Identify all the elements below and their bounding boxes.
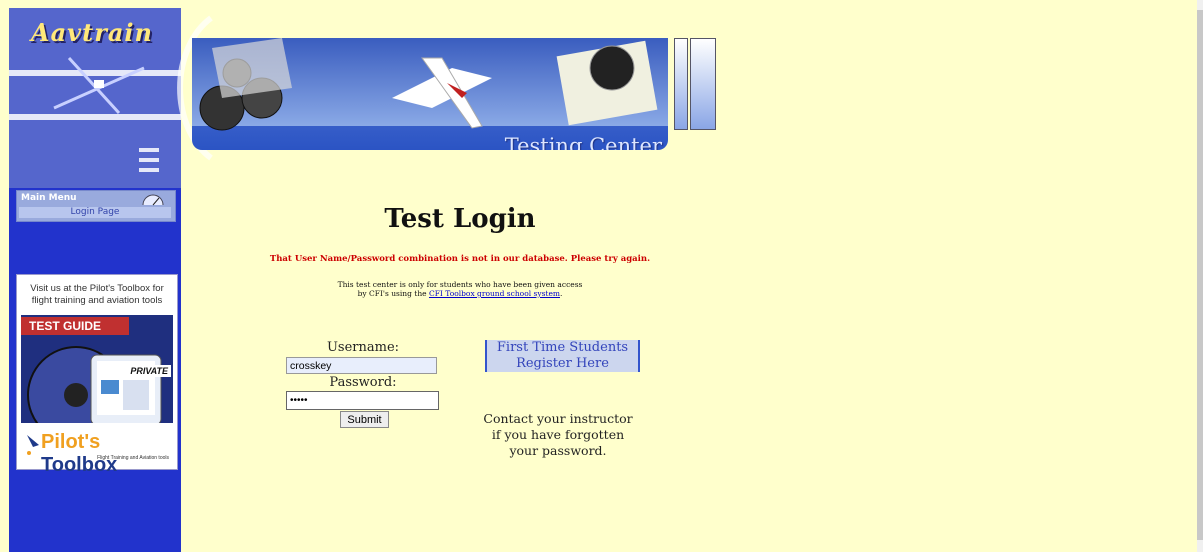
site-logo[interactable]: Aavtrain	[31, 18, 153, 47]
header-banner: Testing Center	[176, 8, 720, 161]
sidebar: Aavtrain Main Menu Login Page Visit us a…	[9, 8, 181, 552]
decorative-bar	[690, 38, 716, 130]
main-menu: Main Menu Login Page	[16, 190, 176, 222]
submit-button[interactable]: Submit	[340, 411, 389, 428]
info-line: This test center is only for students wh…	[337, 280, 583, 289]
username-label: Username:	[326, 340, 400, 355]
decorative-stripe	[139, 148, 159, 152]
toolbox-name: Pilot's Toolbox	[41, 431, 173, 477]
gauge-icon	[142, 194, 164, 206]
banner-title: Testing Center	[504, 134, 662, 150]
decorative-bar	[674, 38, 688, 130]
page: Aavtrain Main Menu Login Page Visit us a…	[0, 0, 1203, 552]
info-text: This test center is only for students wh…	[300, 280, 620, 298]
vertical-scrollbar[interactable]	[1197, 0, 1203, 552]
register-line: Register Here	[516, 356, 609, 371]
airport-diagram-icon	[53, 56, 145, 115]
test-guide-image: TEST GUIDE PRIVATE	[21, 315, 173, 423]
main-menu-title: Main Menu	[21, 193, 77, 203]
username-input[interactable]	[286, 357, 437, 374]
password-input[interactable]	[286, 391, 439, 410]
contact-line: Contact your instructor	[483, 411, 633, 426]
private-label: PRIVATE	[127, 365, 171, 377]
register-link[interactable]: First Time Students Register Here	[485, 340, 640, 372]
contact-line: your password.	[509, 443, 607, 458]
promo-text: Visit us at the Pilot's Toolbox for flig…	[30, 283, 164, 306]
error-message: That User Name/Password combination is n…	[269, 254, 651, 264]
decorative-stripe	[139, 158, 159, 162]
password-label: Password:	[329, 375, 397, 390]
register-line: First Time Students	[496, 340, 629, 355]
pilots-toolbox-logo: Pilot's Toolbox Flight Training and Avia…	[21, 425, 173, 476]
page-title: Test Login	[384, 204, 536, 234]
scrollbar-thumb[interactable]	[1197, 10, 1203, 540]
toolbox-name-part: Pilot's	[41, 431, 101, 453]
toolbox-tagline: Flight Training and Aviation tools	[97, 455, 169, 461]
contact-line: if you have forgotten	[491, 427, 625, 442]
decorative-stripe	[139, 168, 159, 172]
pilots-toolbox-promo[interactable]: Visit us at the Pilot's Toolbox for flig…	[16, 274, 178, 476]
product-image	[27, 346, 162, 423]
contact-instructor-text: Contact your instructor if you have forg…	[480, 411, 636, 459]
test-guide-label: TEST GUIDE	[21, 317, 129, 335]
banner-image: Testing Center	[192, 38, 668, 150]
info-line: by CFI's using the	[357, 289, 429, 298]
info-line: .	[560, 289, 563, 298]
cfi-toolbox-link[interactable]: CFI Toolbox ground school system	[429, 289, 560, 298]
menu-item-login-page[interactable]: Login Page	[19, 207, 171, 218]
sidebar-header-image: Aavtrain	[9, 8, 181, 188]
airplane-icon	[27, 435, 39, 455]
